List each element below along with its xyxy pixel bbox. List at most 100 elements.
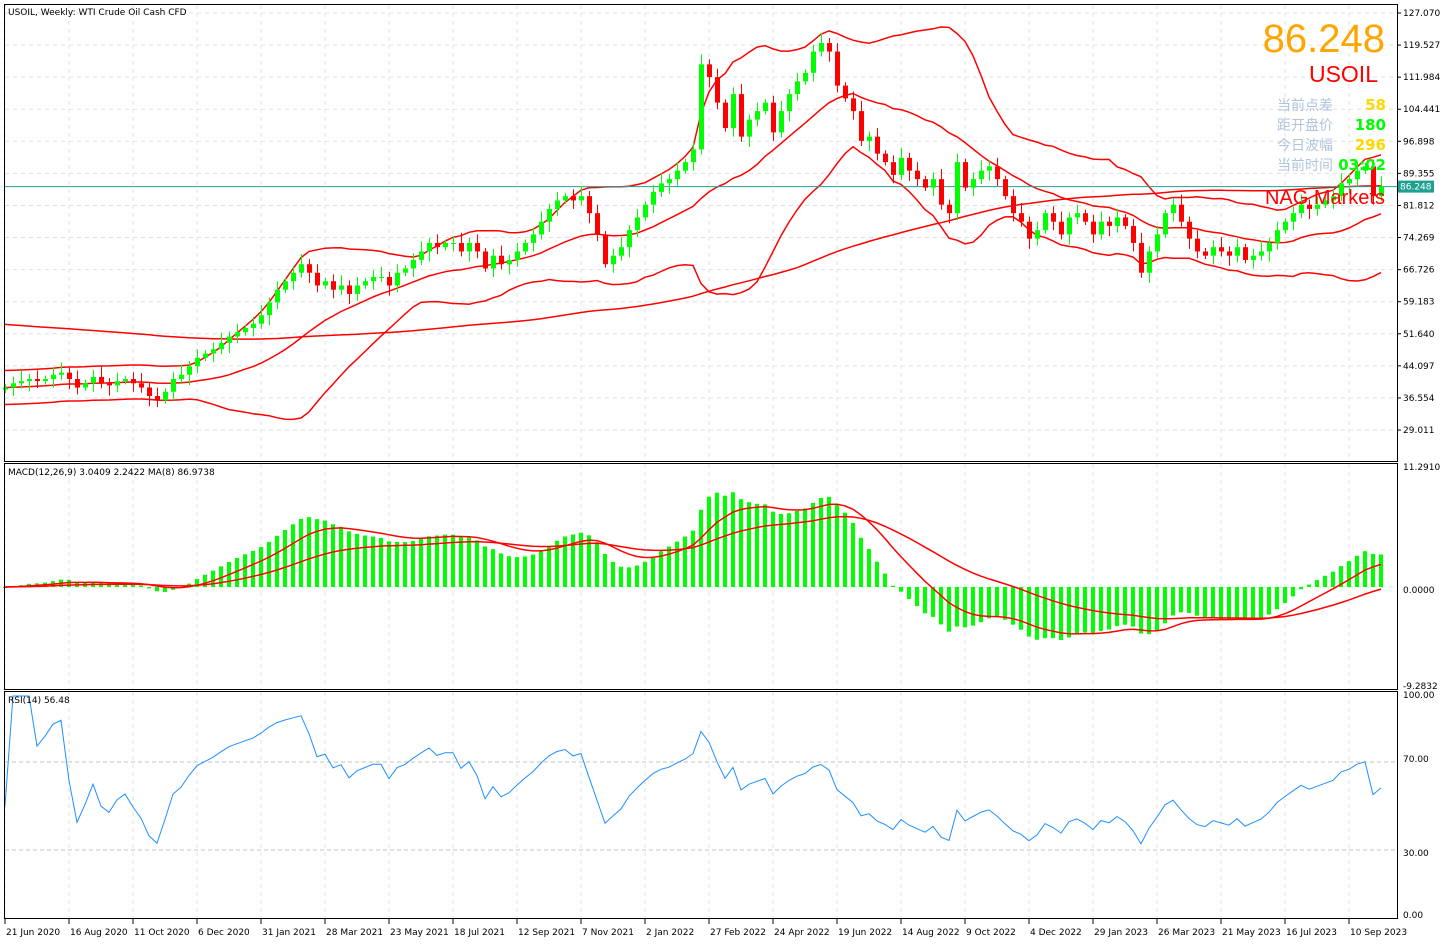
candle: [699, 64, 704, 150]
candle: [1035, 230, 1040, 239]
candle: [67, 372, 72, 380]
candle: [395, 272, 400, 286]
candle: [171, 379, 176, 392]
macd-histogram-bar: [731, 492, 735, 587]
macd-histogram-bar: [1307, 584, 1311, 587]
candle: [1291, 213, 1296, 222]
candle: [123, 379, 128, 382]
macd-histogram-bar: [1291, 587, 1295, 597]
trading-chart[interactable]: 127.070 119.527 111.984 104.441 96.898 89.355…: [0, 0, 1446, 945]
time-axis-label: 16 Jul 2023: [1286, 928, 1337, 938]
macd-histogram-bar: [339, 526, 343, 587]
candle: [1171, 204, 1176, 214]
candle: [1115, 217, 1120, 226]
macd-histogram-bar: [403, 542, 407, 587]
time-axis-label: 31 Jan 2021: [262, 928, 316, 938]
rsi-axis-label: 100.00: [1403, 691, 1435, 701]
price-axis-label: 36.554: [1403, 394, 1435, 404]
macd-histogram-bar: [1355, 555, 1359, 587]
macd-histogram-bar: [1131, 587, 1135, 627]
macd-histogram-bar: [603, 554, 607, 587]
macd-histogram-bar: [1331, 571, 1335, 587]
candle: [611, 255, 616, 265]
macd-histogram-bar: [1027, 587, 1031, 637]
candle: [75, 379, 80, 388]
macd-histogram-bar: [1075, 587, 1079, 635]
candle: [1251, 255, 1256, 260]
time-axis-label: 11 Oct 2020: [134, 928, 190, 938]
candle: [11, 383, 16, 388]
candle: [1019, 213, 1024, 222]
candle: [459, 242, 464, 252]
macd-histogram-bar: [891, 585, 895, 587]
time-axis-label: 29 Jan 2023: [1094, 928, 1148, 938]
candle: [363, 281, 368, 286]
macd-histogram-bar: [1347, 561, 1351, 587]
price-axis-label: 74.269: [1403, 234, 1435, 244]
candle: [747, 119, 752, 137]
candle: [419, 251, 424, 260]
macd-histogram-bar: [819, 497, 823, 587]
macd-histogram-bar: [267, 541, 271, 587]
candle: [595, 213, 600, 235]
macd-histogram-bar: [523, 556, 527, 587]
candle: [827, 43, 832, 52]
price-axis-label: 127.070: [1403, 9, 1440, 19]
time-axis-label: 12 Sep 2021: [518, 928, 575, 938]
candle: [235, 332, 240, 337]
candle: [331, 281, 336, 290]
time-axis-label: 9 Oct 2022: [966, 928, 1016, 938]
candle: [883, 153, 888, 163]
macd-histogram-bar: [595, 542, 599, 587]
candle: [1075, 213, 1080, 218]
macd-histogram-bar: [947, 587, 951, 632]
time-axis-label: 16 Aug 2020: [70, 928, 128, 938]
candle: [979, 170, 984, 180]
macd-histogram-bar: [939, 587, 943, 625]
time-axis-label: 28 Mar 2021: [326, 928, 383, 938]
candle: [267, 302, 272, 316]
candle: [779, 111, 784, 133]
macd-histogram-bar: [1123, 587, 1127, 625]
candle: [1059, 221, 1064, 235]
candle: [643, 204, 648, 218]
candle: [547, 208, 552, 222]
candle: [1139, 242, 1144, 273]
time-axis-label: 4 Dec 2022: [1030, 928, 1082, 938]
macd-histogram-bar: [275, 535, 279, 587]
candle: [683, 162, 688, 171]
macd-histogram-bar: [1203, 587, 1207, 619]
candle: [155, 396, 160, 401]
candle: [35, 379, 40, 382]
macd-histogram-bar: [1219, 587, 1223, 619]
candle: [1219, 247, 1224, 252]
info-value-range: 296: [1355, 136, 1386, 154]
macd-histogram-bar: [763, 504, 767, 587]
macd-histogram-bar: [995, 587, 999, 618]
macd-histogram-bar: [1187, 587, 1191, 613]
candle: [915, 170, 920, 180]
candle: [787, 94, 792, 112]
candle: [19, 381, 24, 384]
candle: [667, 179, 672, 184]
candle: [987, 166, 992, 171]
candle: [387, 276, 392, 286]
macd-histogram-bar: [803, 508, 807, 587]
candle: [923, 179, 928, 188]
macd-histogram-bar: [539, 550, 543, 587]
candle: [83, 383, 88, 388]
candle: [139, 383, 144, 388]
macd-axis-label: 11.2910: [1403, 463, 1440, 473]
macd-histogram-bar: [827, 496, 831, 587]
macd-histogram-bar: [459, 536, 463, 587]
macd-histogram-bar: [683, 536, 687, 587]
macd-histogram-bar: [1195, 587, 1199, 616]
candle: [219, 342, 224, 350]
candle: [971, 179, 976, 188]
rsi-axis-label: 0.00: [1403, 911, 1423, 921]
price-axis-label: 111.984: [1403, 73, 1440, 83]
macd-histogram-bar: [723, 495, 727, 587]
macd-histogram-bar: [315, 519, 319, 587]
macd-histogram-bar: [875, 561, 879, 587]
macd-histogram-bar: [739, 499, 743, 587]
